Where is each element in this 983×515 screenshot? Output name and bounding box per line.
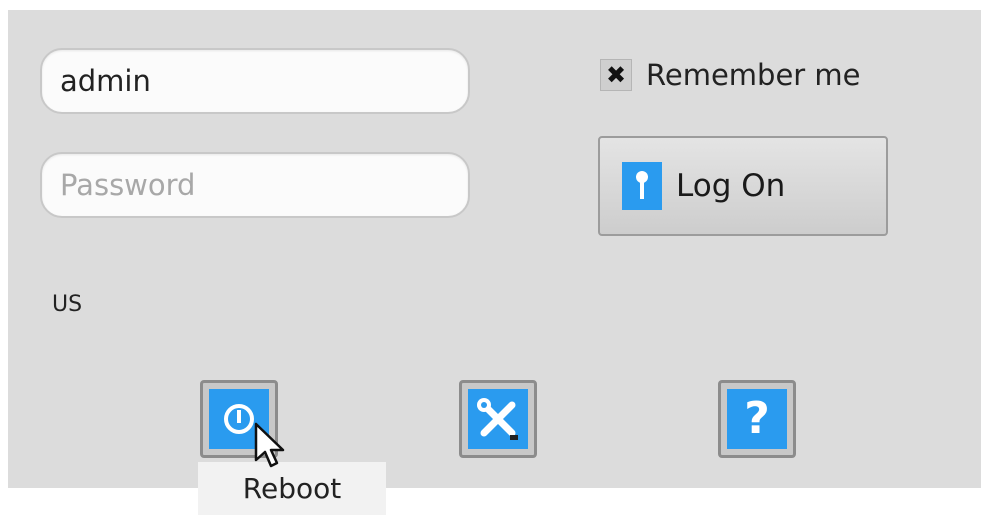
help-button[interactable]: ?: [718, 380, 796, 458]
username-field[interactable]: [40, 48, 470, 114]
password-field[interactable]: [40, 152, 470, 218]
reboot-tooltip: Reboot: [198, 462, 386, 515]
log-on-label: Log On: [676, 168, 786, 204]
checkbox-checked-icon[interactable]: ✖: [600, 59, 632, 91]
remember-me-label: Remember me: [646, 58, 861, 92]
settings-button[interactable]: [459, 380, 537, 458]
tools-icon: [468, 389, 528, 449]
key-icon: [622, 162, 662, 210]
keyboard-locale[interactable]: US: [52, 292, 82, 317]
log-on-button[interactable]: Log On: [598, 136, 888, 236]
help-icon: ?: [727, 389, 787, 449]
power-icon: [209, 389, 269, 449]
remember-me-checkbox[interactable]: ✖ Remember me: [600, 58, 861, 92]
reboot-button[interactable]: [200, 380, 278, 458]
